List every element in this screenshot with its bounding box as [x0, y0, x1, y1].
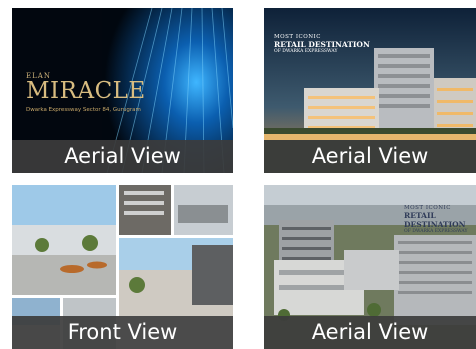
gallery-tile-aerial-view-1[interactable]: ELAN MIRACLE Dwarka Expressway Sector 84… — [12, 8, 233, 173]
tile-caption: Aerial View — [264, 316, 476, 349]
gallery-tile-front-view[interactable]: Front View — [12, 185, 233, 349]
tile-caption: Front View — [12, 316, 233, 349]
tile-caption: Aerial View — [12, 140, 233, 173]
gallery-tile-aerial-view-3[interactable]: MOST ICONIC RETAIL DESTINATION OF DWARKA… — [264, 185, 476, 349]
tile-caption: Aerial View — [264, 140, 476, 173]
overlay-headline: MOST ICONIC RETAIL DESTINATION OF DWARKA… — [274, 34, 370, 54]
logo-sub-text: Dwarka Expressway Sector 84, Gurugram — [26, 107, 141, 113]
gallery-tile-aerial-view-2[interactable]: MOST ICONIC RETAIL DESTINATION OF DWARKA… — [264, 8, 476, 173]
overlay-line-3: OF DWARKA EXPRESSWAY — [404, 229, 468, 234]
overlay-line-2: RETAIL DESTINATION — [274, 40, 370, 49]
overlay-line-3: OF DWARKA EXPRESSWAY — [274, 49, 338, 54]
overlay-line-2: RETAIL DESTINATION — [404, 211, 466, 229]
overlay-headline: MOST ICONIC RETAIL DESTINATION OF DWARKA… — [404, 205, 476, 234]
logo-main-text: MIRACLE — [26, 78, 146, 104]
